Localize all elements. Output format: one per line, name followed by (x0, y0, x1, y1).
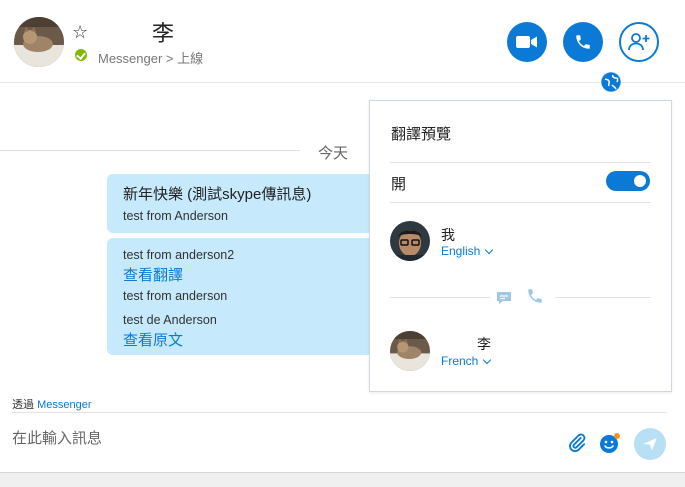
message-bubble[interactable]: test from anderson2 查看翻譯 test from ander… (107, 238, 397, 355)
via-label: 透過 Messenger (12, 396, 91, 412)
panel-title: 翻譯預覽 (391, 126, 452, 143)
window-bottom-bar (0, 472, 685, 487)
add-people-icon (628, 33, 650, 51)
chevron-down-icon (485, 245, 494, 255)
message-bubble[interactable]: 新年快樂 (測試skype傳訊息) test from Anderson (107, 174, 397, 233)
chat-bubble-icon (495, 289, 513, 307)
favorite-star-icon[interactable]: ☆ (72, 22, 88, 43)
message-text: test from anderson (123, 289, 228, 303)
emoticon-icon (600, 433, 620, 453)
send-icon (643, 438, 657, 451)
audio-call-icon (576, 35, 590, 49)
translator-button[interactable] (600, 71, 622, 93)
add-people-button[interactable] (619, 22, 659, 62)
view-original-link[interactable]: 查看原文 (123, 329, 183, 350)
my-language: English (441, 244, 481, 258)
attach-file-button[interactable] (566, 432, 588, 454)
panel-divider (390, 162, 651, 163)
my-language-dropdown[interactable]: English (441, 244, 494, 258)
toggle-knob (634, 175, 646, 187)
composer-divider (12, 412, 667, 413)
toggle-label: 開 (391, 176, 407, 193)
contact-status: Messenger > 上線 (98, 51, 204, 66)
translation-toggle[interactable] (606, 171, 650, 191)
my-avatar (390, 221, 430, 261)
phone-icon (526, 287, 544, 305)
contact-name-small: 李 (477, 336, 491, 352)
contact-name: 李 (152, 21, 175, 46)
date-label: 今天 (318, 145, 349, 162)
message-text: 新年快樂 (測試skype傳訊息) (123, 186, 312, 203)
message-text: test de Anderson (123, 313, 217, 327)
view-translation-link[interactable]: 查看翻譯 (123, 264, 183, 285)
video-call-icon (516, 36, 537, 48)
translator-panel: 翻譯預覽 開 我 English 李 French (369, 100, 672, 392)
contact-avatar-small (390, 331, 430, 371)
translator-icon (600, 71, 622, 93)
via-service-link[interactable]: Messenger (37, 399, 91, 411)
chevron-down-icon (483, 355, 492, 365)
contact-language: French (441, 354, 479, 368)
via-prefix: 透過 (12, 399, 34, 411)
message-text: test from Anderson (123, 209, 228, 223)
panel-divider (390, 297, 490, 298)
panel-divider (555, 297, 651, 298)
conversation-header: ☆ 李 Messenger > 上線 (0, 0, 685, 83)
message-text: test from anderson2 (123, 248, 235, 262)
contact-avatar[interactable] (14, 17, 64, 67)
paperclip-icon (569, 433, 586, 453)
online-status-icon (75, 49, 87, 61)
audio-call-button[interactable] (563, 22, 603, 62)
message-input[interactable] (12, 426, 532, 450)
send-button[interactable] (634, 428, 666, 460)
video-call-button[interactable] (507, 22, 547, 62)
contact-language-dropdown[interactable]: French (441, 354, 492, 368)
emoticon-button[interactable] (598, 431, 622, 455)
panel-divider (390, 202, 651, 203)
date-divider (0, 150, 300, 151)
my-name: 我 (441, 227, 455, 243)
